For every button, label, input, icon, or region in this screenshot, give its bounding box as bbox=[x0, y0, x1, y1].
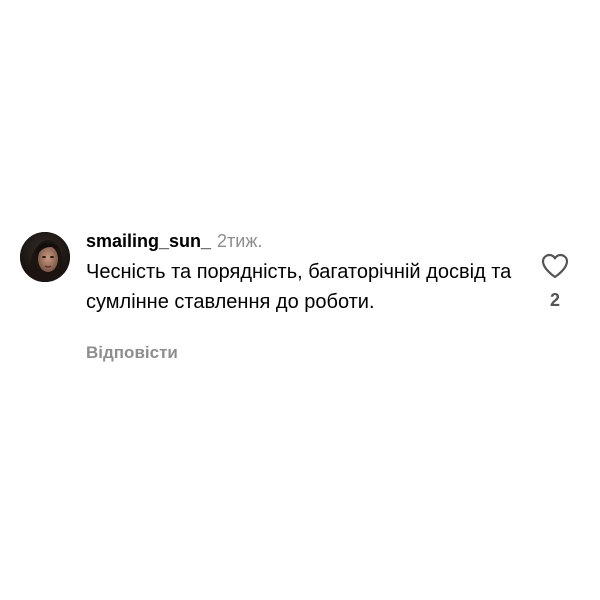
like-count: 2 bbox=[549, 290, 560, 310]
avatar[interactable] bbox=[20, 232, 70, 282]
avatar-photo bbox=[20, 232, 70, 282]
heart-outline-icon[interactable] bbox=[539, 253, 571, 279]
like-control: 2 bbox=[539, 253, 571, 311]
comment-text: Чесність та порядність, багаторічній дос… bbox=[86, 261, 512, 313]
username[interactable]: smailing_sun_ bbox=[86, 231, 211, 251]
comment-body: smailing_sun_ 2тиж. Чесність та порядніст… bbox=[86, 229, 526, 365]
reply-button[interactable]: Відповісти bbox=[86, 341, 526, 365]
comment-meta: smailing_sun_ 2тиж. bbox=[86, 229, 526, 253]
timestamp: 2тиж. bbox=[217, 231, 263, 251]
comment-page: smailing_sun_ 2тиж. Чесність та порядніст… bbox=[0, 0, 600, 600]
